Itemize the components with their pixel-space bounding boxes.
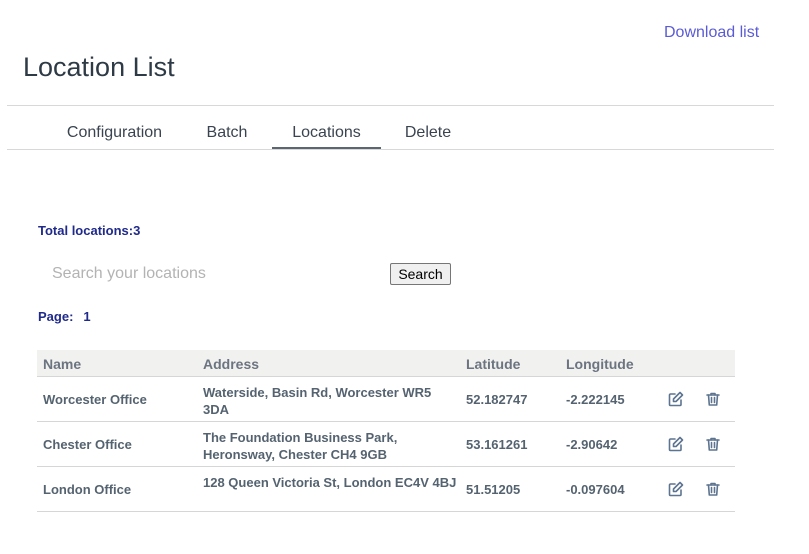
search-input[interactable] <box>38 262 378 286</box>
location-longitude: -2.222145 <box>566 392 625 407</box>
location-longitude: -2.90642 <box>566 437 618 452</box>
edit-icon[interactable] <box>667 390 685 408</box>
table-row: London Office 128 Queen Victoria St, Lon… <box>37 467 735 512</box>
trash-icon[interactable] <box>704 390 722 408</box>
column-header-name: Name <box>43 356 82 372</box>
location-name: Worcester Office <box>43 392 147 407</box>
column-header-longitude: Longitude <box>566 356 634 372</box>
tab-locations[interactable]: Locations <box>272 124 381 150</box>
location-latitude: 53.161261 <box>466 437 528 452</box>
location-name: Chester Office <box>43 437 132 452</box>
page-title: Location List <box>23 52 175 82</box>
location-longitude: -0.097604 <box>566 482 625 497</box>
edit-icon[interactable] <box>667 480 685 498</box>
tab-delete[interactable]: Delete <box>392 124 464 150</box>
location-latitude: 51.51205 <box>466 482 521 497</box>
location-address: Waterside, Basin Rd, Worcester WR5 3DA <box>203 385 432 417</box>
tab-bar: Configuration Batch Locations Delete <box>0 124 774 150</box>
location-address: 128 Queen Victoria St, London EC4V 4BJ <box>203 475 457 490</box>
column-header-address: Address <box>203 356 260 372</box>
tab-batch[interactable]: Batch <box>193 124 261 150</box>
locations-table: Name Address Latitude Longitude Worceste… <box>37 350 735 512</box>
tabs-divider <box>7 149 774 150</box>
search-button[interactable]: Search <box>390 263 451 285</box>
column-header-latitude: Latitude <box>466 356 521 372</box>
download-list-link[interactable]: Download list <box>664 24 759 42</box>
edit-icon[interactable] <box>667 435 685 453</box>
tab-configuration[interactable]: Configuration <box>55 124 174 150</box>
trash-icon[interactable] <box>704 435 722 453</box>
header-divider <box>7 105 774 106</box>
location-name: London Office <box>43 482 132 497</box>
page-label: Page: <box>38 309 74 324</box>
location-latitude: 52.182747 <box>466 392 528 407</box>
trash-icon[interactable] <box>704 480 722 498</box>
table-row: Worcester Office Waterside, Basin Rd, Wo… <box>37 377 735 422</box>
page-number[interactable]: 1 <box>83 309 90 324</box>
pagination: Page: 1 <box>38 309 91 324</box>
total-locations-count: Total locations:3 <box>38 223 141 238</box>
table-header: Name Address Latitude Longitude <box>37 350 735 377</box>
location-address: The Foundation Business Park, Heronsway,… <box>203 430 398 462</box>
table-row: Chester Office The Foundation Business P… <box>37 422 735 467</box>
